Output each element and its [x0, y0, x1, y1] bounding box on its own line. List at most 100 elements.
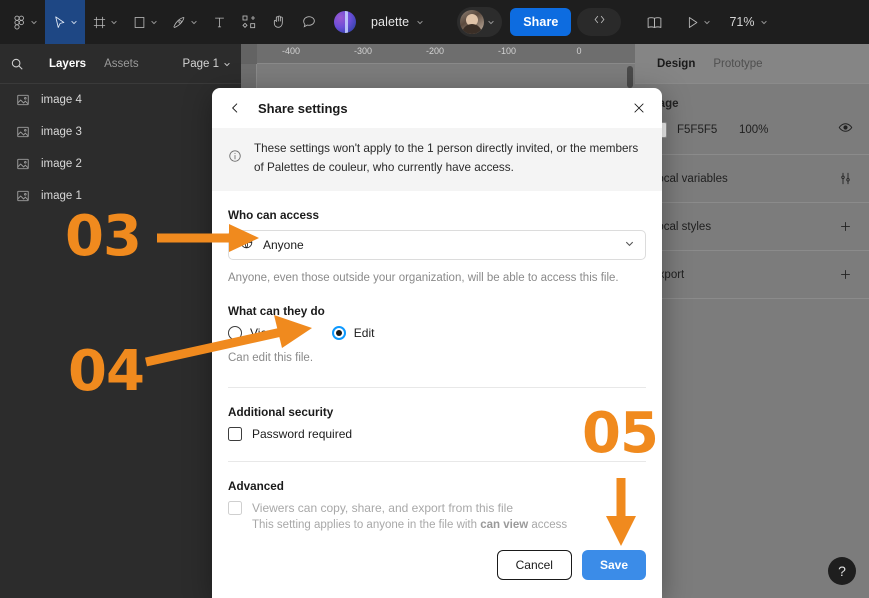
- ruler-corner: [241, 44, 257, 64]
- text-icon: [212, 15, 227, 30]
- tool-hand[interactable]: [264, 0, 294, 44]
- dialog-notice: These settings won't apply to the 1 pers…: [212, 128, 662, 191]
- list-item-label: image 1: [41, 190, 82, 202]
- file-name-menu[interactable]: palette: [363, 0, 431, 44]
- tool-comment[interactable]: [294, 0, 324, 44]
- chevron-down-icon: [70, 18, 78, 26]
- info-icon: [228, 140, 242, 178]
- dialog-footer: Cancel Save: [212, 536, 662, 598]
- file-thumbnail: [324, 0, 363, 44]
- sidebar-tab-layers[interactable]: Layers: [40, 58, 95, 70]
- canvas-scrollbar[interactable]: [627, 66, 633, 88]
- tool-shape[interactable]: [125, 0, 165, 44]
- chevron-down-icon: [190, 18, 198, 26]
- page-section-title: Page: [651, 98, 679, 110]
- chevron-down-icon: [150, 18, 158, 26]
- local-variables-row[interactable]: Local variables: [635, 155, 869, 203]
- ruler-tick: -100: [497, 46, 517, 56]
- save-button[interactable]: Save: [581, 550, 646, 580]
- figma-menu-button[interactable]: [0, 0, 45, 44]
- advanced-note-prefix: This setting applies to anyone in the fi…: [252, 519, 481, 532]
- tool-frame[interactable]: [85, 0, 125, 44]
- image-icon: [16, 157, 30, 171]
- help-button[interactable]: ?: [828, 557, 856, 585]
- who-can-access-help: Anyone, even those outside your organiza…: [228, 271, 619, 284]
- list-item-label: image 3: [41, 126, 82, 138]
- image-icon: [16, 189, 30, 203]
- list-item[interactable]: image 2: [0, 148, 241, 180]
- tool-pen[interactable]: [165, 0, 205, 44]
- export-row[interactable]: Export: [635, 251, 869, 299]
- eye-icon[interactable]: [838, 120, 853, 140]
- view-radio[interactable]: View: [228, 326, 276, 341]
- play-icon: [685, 15, 700, 30]
- ruler-tick: -400: [281, 46, 301, 56]
- image-icon: [16, 93, 30, 107]
- tool-text[interactable]: [205, 0, 234, 44]
- edit-radio-label: Edit: [353, 326, 375, 341]
- figma-app-window: palette Share 71% Layers Assets Page 1 i…: [0, 0, 869, 598]
- page-selector[interactable]: Page 1: [183, 58, 231, 70]
- fill-hex-value[interactable]: F5F5F5: [677, 124, 739, 136]
- zoom-level-label: 71%: [729, 15, 755, 29]
- plus-icon[interactable]: [838, 219, 853, 234]
- advanced-label: Advanced: [228, 480, 284, 494]
- sidebar-tab-assets[interactable]: Assets: [95, 58, 148, 70]
- viewers-can-copy-checkbox[interactable]: Viewers can copy, share, and export from…: [228, 501, 646, 516]
- checkbox-icon: [228, 427, 242, 442]
- plus-icon[interactable]: [838, 267, 853, 282]
- chevron-down-icon: [416, 18, 424, 26]
- file-name-label: palette: [371, 15, 410, 29]
- page-fill-row: F5F5F5 100%: [635, 116, 869, 155]
- dev-mode-toggle[interactable]: [577, 8, 622, 36]
- tool-move[interactable]: [45, 0, 85, 44]
- advanced-note: This setting applies to anyone in the fi…: [252, 519, 646, 531]
- chevron-down-icon: [703, 18, 711, 26]
- palette-thumbnail-icon: [334, 11, 356, 33]
- ruler-tick: -300: [353, 46, 373, 56]
- hand-icon: [271, 14, 287, 30]
- tab-design[interactable]: Design: [657, 58, 695, 70]
- page-selector-label: Page 1: [182, 57, 219, 70]
- sliders-icon[interactable]: [838, 171, 853, 186]
- book-icon: [646, 14, 663, 31]
- fill-opacity-value[interactable]: 100%: [739, 124, 768, 136]
- components-icon: [241, 14, 257, 30]
- password-required-label: Password required: [252, 427, 353, 442]
- layers-list: image 4 image 3 image 2 image 1: [0, 84, 241, 212]
- permission-radio-group: View Edit: [228, 326, 646, 341]
- edit-radio[interactable]: Edit: [331, 326, 375, 341]
- library-button[interactable]: [639, 0, 670, 44]
- move-cursor-icon: [52, 15, 67, 30]
- horizontal-ruler: -400 -300 -200 -100 0: [241, 44, 635, 64]
- who-can-access-label: Who can access: [228, 208, 319, 222]
- who-can-access-select[interactable]: Anyone: [228, 229, 646, 260]
- globe-icon: [239, 235, 254, 255]
- chevron-left-icon[interactable]: [228, 101, 250, 115]
- right-sidebar-tabs: Design Prototype: [635, 44, 869, 84]
- cancel-button[interactable]: Cancel: [496, 550, 572, 580]
- present-button[interactable]: [678, 0, 718, 44]
- ruler-tick: -200: [425, 46, 445, 56]
- zoom-menu[interactable]: 71%: [722, 0, 779, 44]
- close-icon[interactable]: [632, 101, 646, 115]
- list-item[interactable]: image 3: [0, 116, 241, 148]
- frame-icon: [92, 15, 107, 30]
- share-button[interactable]: Share: [510, 8, 572, 36]
- list-item[interactable]: image 4: [0, 84, 241, 116]
- tool-components[interactable]: [234, 0, 264, 44]
- left-sidebar: Layers Assets Page 1 image 4 image 3 ima…: [0, 44, 241, 598]
- user-menu[interactable]: [457, 7, 503, 37]
- rectangle-icon: [132, 15, 147, 30]
- annotation-step-03: 03: [65, 204, 142, 269]
- search-icon[interactable]: [10, 57, 40, 71]
- radio-circle-selected-icon: [331, 326, 346, 341]
- local-styles-row[interactable]: Local styles: [635, 203, 869, 251]
- view-radio-label: View: [250, 326, 276, 341]
- tab-prototype[interactable]: Prototype: [713, 58, 762, 70]
- viewers-can-copy-label: Viewers can copy, share, and export from…: [252, 501, 514, 516]
- chevron-down-icon: [223, 60, 231, 68]
- annotation-step-04: 04: [68, 339, 145, 404]
- ruler-tick: 0: [576, 46, 582, 56]
- pen-icon: [172, 15, 187, 30]
